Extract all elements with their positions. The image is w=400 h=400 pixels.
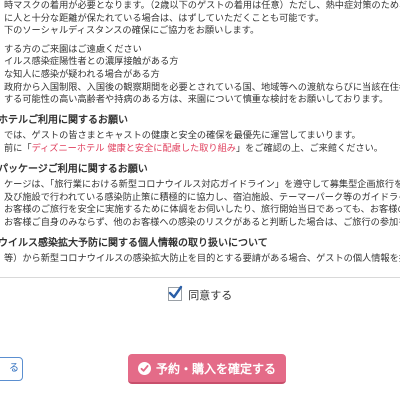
- confirm-purchase-label: 予約・購入を確定する: [155, 361, 276, 376]
- terms-refrain-line: する方のご来園はご遠慮ください: [4, 43, 142, 55]
- terms-refrain-line: イルス感染症陽性者との濃厚接触がある方: [4, 56, 179, 68]
- terms-refrain-line: する可能性の高い高齢者や持病のある方は、来園について慎重な検討をお願いしておりま…: [4, 94, 389, 106]
- terms-scroll-box[interactable]: 時マスクの着用が必要となります。（2歳以下のゲストの着用は任意）ただし、熱中症対…: [0, 0, 400, 278]
- agree-label: 同意する: [188, 289, 233, 302]
- agree-checkbox-row[interactable]: 同意する: [0, 285, 400, 303]
- hotel-line: 前に「ディズニーホテル 健康と安全に配慮した取り組み」をご確認の上、ご来館くださ…: [0, 143, 400, 156]
- package-line: ケージは、「旅行業における新型コロナウイルス対応ガイドライン」を遵守して募集型企…: [4, 179, 400, 191]
- hotel-health-safety-link[interactable]: ディズニーホテル 健康と安全に配慮した取り組み: [32, 143, 236, 154]
- privacy-section-heading: ウイルス感染拡大予防に関する個人情報の取り扱いについて: [0, 237, 268, 249]
- terms-refrain-line: 政府から入国制限、入国後の観察期間を必要とされている国、地域等への渡航ならびに当…: [4, 81, 400, 93]
- confirm-purchase-button[interactable]: 予約・購入を確定する: [128, 354, 286, 384]
- terms-intro-line: 時マスクの着用が必要となります。（2歳以下のゲストの着用は任意）ただし、熱中症対…: [4, 0, 400, 11]
- agree-checkbox[interactable]: [167, 285, 182, 301]
- hotel-section-heading: ホテルご利用に関するお願い: [0, 114, 128, 126]
- hotel-line-prefix: 前に「: [4, 142, 32, 154]
- package-line: 及び施設で行われている感染防止策に積極的に協力し、宿泊施設、テーマーパーク等のガ…: [4, 191, 400, 203]
- package-line: お客様ご自身のみならず、他のお客様への感染のリスクがあると判断した場合は、ご旅行…: [4, 216, 400, 228]
- back-button[interactable]: る: [0, 357, 23, 381]
- terms-intro-line: 下のソーシャルディスタンスの確保にご協力をお願いします。: [4, 25, 260, 37]
- checkmark-icon: [168, 285, 182, 299]
- terms-intro-line: に人と十分な距離が保たれている場合は、はずしていただくことも可能です。: [4, 12, 325, 24]
- package-line: お客様のご旅行を安全に実施するために体調をお伺いしたり、旅行開始当日であっても、…: [4, 204, 400, 216]
- terms-refrain-line: な知人に感染が疑われる場合がある方: [4, 68, 160, 80]
- package-section-heading: パッケージご利用に関するお願い: [0, 163, 148, 175]
- hotel-line-suffix: 」をご確認の上、ご来館ください。: [235, 142, 383, 154]
- hotel-line: では、ゲストの皆さまとキャストの健康と安全の確保を最優先に運営してまいります。: [4, 130, 361, 142]
- check-circle-icon: [137, 361, 151, 375]
- privacy-line: 等）から新型コロナウイルスの感染拡大防止を目的とする要請がある場合、ゲストの個人…: [4, 253, 400, 265]
